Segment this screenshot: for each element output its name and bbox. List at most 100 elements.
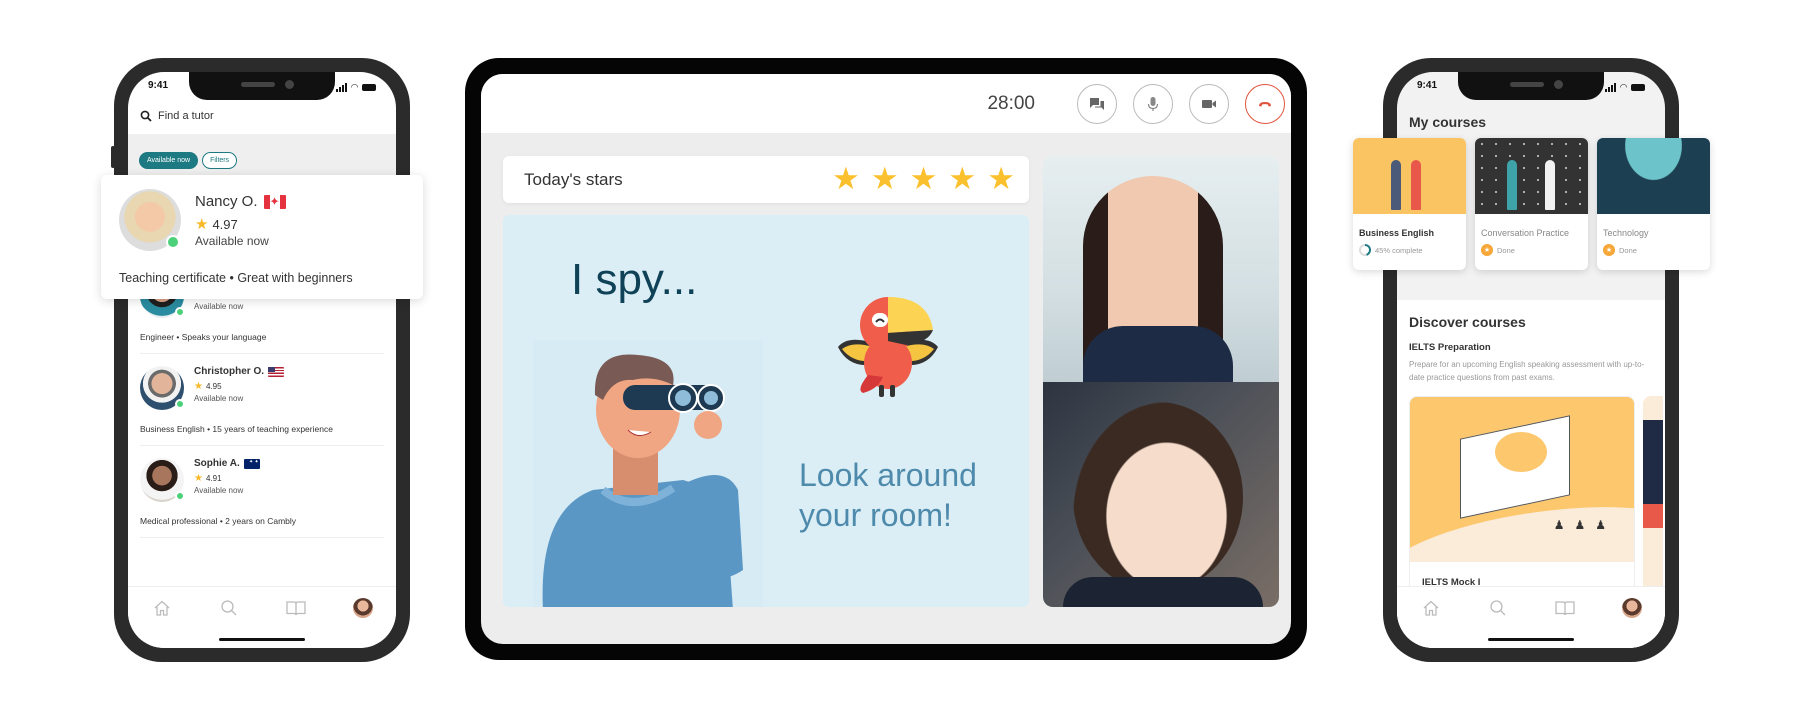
status-time: 9:41 bbox=[148, 80, 169, 91]
technology-illustration bbox=[1597, 138, 1710, 214]
home-tab[interactable] bbox=[151, 597, 173, 619]
activity-title: I spy... bbox=[571, 255, 698, 304]
stars-label: Today's stars bbox=[524, 170, 623, 189]
search-placeholder: Find a tutor bbox=[158, 110, 214, 122]
chat-icon bbox=[1090, 98, 1104, 110]
star-icon: ★ bbox=[909, 161, 938, 196]
signal-icon bbox=[336, 82, 348, 92]
stars-row: ★ ★ ★ ★ ★ bbox=[832, 163, 1015, 194]
tutor-name: Nancy O. bbox=[195, 193, 286, 210]
i-spy-activity-card: I spy... Look around your room! bbox=[503, 215, 1029, 607]
end-call-icon bbox=[1259, 102, 1271, 107]
microphone-button[interactable] bbox=[1133, 84, 1173, 124]
tutor-rating: ★ 4.97 bbox=[195, 216, 238, 233]
home-icon bbox=[154, 600, 169, 616]
video-lesson-tablet: 28:00 Today's stars ★ ★ ★ ★ ★ I spy... L… bbox=[465, 58, 1307, 660]
tutor-availability: Available now bbox=[194, 486, 244, 495]
battery-icon bbox=[362, 83, 376, 91]
parrot-mascot-illustration bbox=[838, 297, 938, 397]
discover-category-title: IELTS Preparation bbox=[1409, 342, 1491, 353]
done-star-icon: ★ bbox=[1481, 244, 1493, 256]
course-title: Conversation Practice bbox=[1481, 228, 1570, 238]
search-icon bbox=[1489, 600, 1505, 616]
tutor-description: Teaching certificate • Great with beginn… bbox=[119, 271, 353, 285]
star-icon: ★ bbox=[948, 161, 977, 196]
tutor-search-phone: 9:41 ◠ Find a tutor Available now Filter… bbox=[111, 58, 410, 662]
tutor-availability: Available now bbox=[195, 234, 269, 248]
done-star-icon: ★ bbox=[1603, 244, 1615, 256]
tutor-name: Christopher O. bbox=[194, 366, 285, 377]
online-indicator bbox=[175, 307, 185, 317]
home-indicator bbox=[1488, 638, 1574, 641]
star-icon: ★ bbox=[870, 161, 899, 196]
star-icon: ★ bbox=[194, 473, 203, 484]
search-icon bbox=[140, 110, 152, 122]
book-icon bbox=[285, 601, 306, 616]
student-figure bbox=[1073, 402, 1243, 592]
my-courses-heading: My courses bbox=[1409, 114, 1487, 130]
course-card-conversation-practice[interactable]: Conversation Practice ★ Done bbox=[1475, 138, 1588, 270]
course-status: ★ Done bbox=[1603, 244, 1637, 256]
course-status: 45% complete bbox=[1359, 244, 1423, 256]
call-timer: 28:00 bbox=[987, 93, 1035, 114]
profile-tab[interactable] bbox=[1621, 597, 1643, 619]
tutor-name: Sophie A. bbox=[194, 458, 260, 469]
tablet-screen: 28:00 Today's stars ★ ★ ★ ★ ★ I spy... L… bbox=[481, 74, 1291, 644]
filter-chips: Available now Filters bbox=[139, 152, 238, 169]
chip-filters[interactable]: Filters bbox=[202, 152, 238, 169]
wifi-icon: ◠ bbox=[351, 81, 358, 92]
course-status: ★ Done bbox=[1481, 244, 1515, 256]
search-tab[interactable] bbox=[218, 597, 240, 619]
course-title: Technology bbox=[1603, 228, 1649, 238]
home-tab[interactable] bbox=[1420, 597, 1442, 619]
product-showcase: 9:41 ◠ Find a tutor Available now Filter… bbox=[0, 0, 1800, 716]
phone-screen: 9:41 ◠ Find a tutor Available now Filter… bbox=[128, 72, 396, 648]
tutor-row[interactable]: Sophie A. ★4.91 Available now Medical pr… bbox=[140, 446, 384, 538]
discover-category-description: Prepare for an upcoming English speaking… bbox=[1409, 360, 1645, 382]
tutor-list: David J. ★4.94 Available now Engineer • … bbox=[128, 262, 396, 538]
call-header: 28:00 bbox=[481, 74, 1291, 133]
featured-tutor-card[interactable]: Nancy O. ★4.97 Available now Teaching ce… bbox=[101, 175, 423, 299]
chip-available-now[interactable]: Available now bbox=[139, 152, 199, 169]
status-time: 9:41 bbox=[1417, 80, 1438, 91]
wifi-icon: ◠ bbox=[1620, 81, 1627, 92]
search-tab[interactable] bbox=[1487, 597, 1509, 619]
australia-flag-icon bbox=[243, 458, 260, 469]
end-call-button[interactable] bbox=[1245, 84, 1285, 124]
profile-avatar bbox=[352, 598, 373, 618]
battery-icon bbox=[1631, 83, 1645, 91]
tutor-description: Medical professional • 2 years on Cambly bbox=[140, 516, 297, 526]
course-title: Business English bbox=[1359, 228, 1435, 238]
profile-tab[interactable] bbox=[352, 597, 374, 619]
profile-avatar bbox=[1621, 598, 1642, 618]
status-bar: 9:41 ◠ bbox=[148, 80, 376, 94]
course-card-technology[interactable]: Technology ★ Done bbox=[1597, 138, 1710, 270]
online-indicator bbox=[175, 491, 185, 501]
student-video-feed bbox=[1043, 382, 1279, 607]
activity-prompt: Look around your room! bbox=[799, 457, 977, 533]
book-icon bbox=[1554, 601, 1575, 616]
courses-tab[interactable] bbox=[285, 597, 307, 619]
online-indicator bbox=[166, 235, 180, 249]
my-courses-carousel: Business English 45% complete Conversati… bbox=[1353, 138, 1710, 270]
signal-icon bbox=[1605, 82, 1617, 92]
microphone-icon bbox=[1147, 97, 1159, 111]
todays-stars-bar: Today's stars ★ ★ ★ ★ ★ bbox=[503, 156, 1029, 203]
courses-tab[interactable] bbox=[1554, 597, 1576, 619]
discover-heading: Discover courses bbox=[1409, 314, 1526, 330]
star-icon: ★ bbox=[194, 381, 203, 392]
business-english-illustration bbox=[1353, 138, 1466, 214]
camera-button[interactable] bbox=[1189, 84, 1229, 124]
home-indicator bbox=[219, 638, 305, 641]
tutor-row[interactable]: Christopher O. ★ 4.95 Available now Busin… bbox=[140, 354, 384, 446]
conversation-practice-illustration bbox=[1475, 138, 1588, 214]
star-icon: ★ bbox=[195, 216, 209, 233]
ielts-illustration: ♟♟♟ bbox=[1410, 397, 1634, 562]
speech-bubble-illustration bbox=[1495, 432, 1547, 472]
video-camera-icon bbox=[1202, 100, 1216, 108]
course-card-business-english[interactable]: Business English 45% complete bbox=[1353, 138, 1466, 270]
tutor-search-input[interactable]: Find a tutor bbox=[140, 110, 384, 122]
tutor-rating: ★ 4.91 bbox=[194, 473, 222, 484]
phone-side-button bbox=[111, 146, 115, 168]
chat-button[interactable] bbox=[1077, 84, 1117, 124]
